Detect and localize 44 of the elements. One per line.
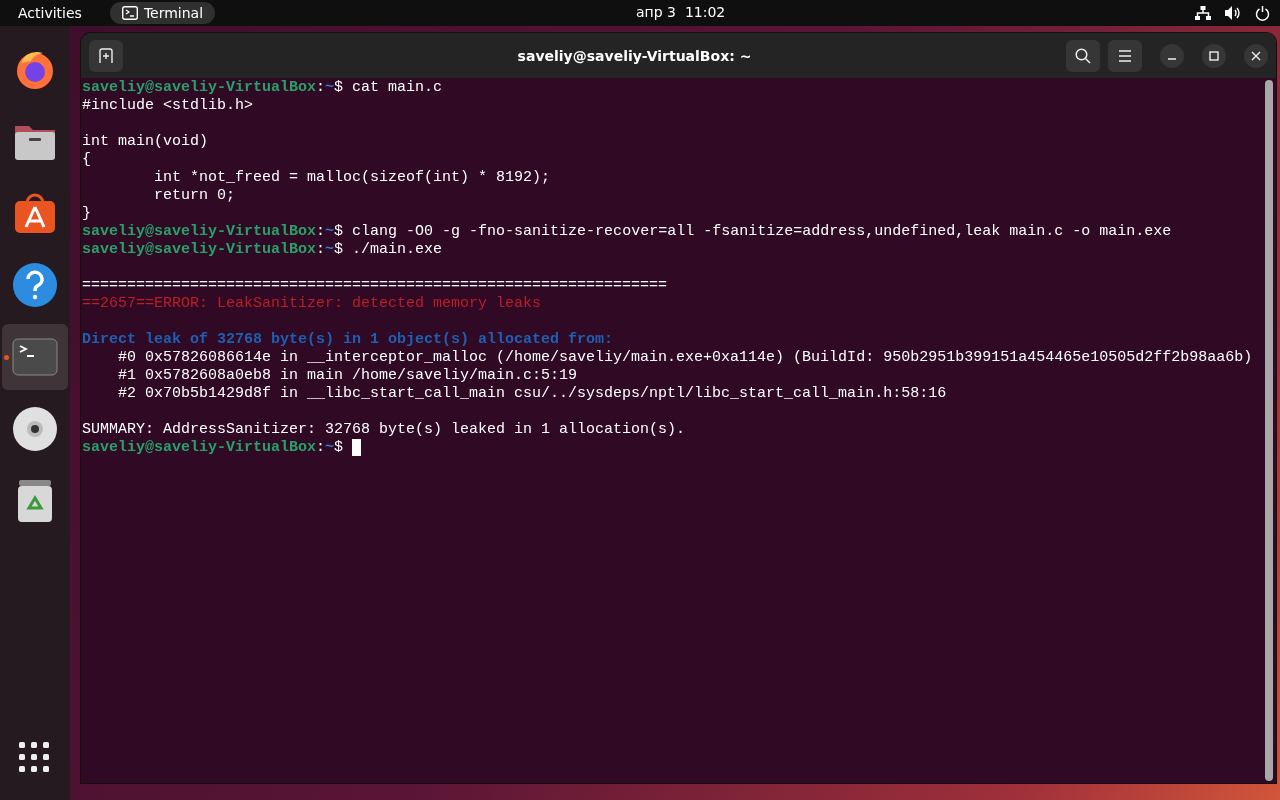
maximize-icon bbox=[1209, 50, 1219, 61]
terminal-line: Direct leak of 32768 byte(s) in 1 object(s) allocated from: bbox=[82, 331, 614, 348]
minimize-button[interactable] bbox=[1160, 43, 1184, 68]
terminal-icon bbox=[121, 6, 138, 20]
maximize-button[interactable] bbox=[1202, 43, 1226, 68]
close-button[interactable] bbox=[1244, 43, 1268, 68]
app-grid-icon[interactable] bbox=[19, 742, 51, 774]
terminal-line: SUMMARY: AddressSanitizer: 32768 byte(s) leaked in 1 allocation(s). bbox=[82, 421, 686, 438]
terminal-line: #1 0x5782608a0eb8 in main /home/saveliy/main.c:5:19 bbox=[117, 367, 578, 384]
activities-button[interactable]: Activities bbox=[18, 5, 82, 21]
menu-button[interactable] bbox=[1108, 39, 1142, 72]
terminal-line: saveliy@saveliy-VirtualBox:~$ ./main.exe bbox=[82, 241, 443, 258]
help-icon bbox=[12, 262, 58, 308]
search-icon bbox=[1075, 47, 1091, 64]
terminal-line: { bbox=[82, 151, 91, 168]
close-icon bbox=[1251, 50, 1261, 61]
terminal-line: saveliy@saveliy-VirtualBox:~$ cat main.c bbox=[82, 79, 443, 96]
shopping-bag-icon bbox=[12, 191, 58, 235]
app-menu-button[interactable]: Terminal bbox=[109, 2, 216, 24]
terminal-line: #2 0x70b5b1429d8f in __libc_start_call_main csu/../sysdeps/nptl/libc_start_call_main.h:58:16 bbox=[117, 385, 947, 402]
clock[interactable]: апр 3 11:02 bbox=[636, 4, 726, 20]
network-icon[interactable] bbox=[1195, 6, 1211, 20]
terminal-line: saveliy@saveliy-VirtualBox:~$ bbox=[82, 439, 345, 456]
terminal-icon bbox=[12, 338, 58, 376]
power-icon[interactable] bbox=[1255, 5, 1270, 21]
terminal-line: ================================================================= bbox=[82, 277, 668, 294]
minimize-icon bbox=[1168, 58, 1176, 60]
menu-icon bbox=[1118, 49, 1132, 62]
disc-icon bbox=[12, 406, 58, 452]
scrollbar[interactable] bbox=[1265, 80, 1273, 781]
new-tab-icon bbox=[98, 47, 114, 64]
terminal-line: saveliy@saveliy-VirtualBox:~$ clang -O0 -g -fno-sanitize-recover=all -fsanitize=address,undefined,leak main.c -o main.exe bbox=[82, 223, 1172, 240]
volume-icon[interactable] bbox=[1225, 6, 1241, 20]
terminal-line: ==2657==ERROR: LeakSanitizer: detected memory leaks bbox=[82, 295, 542, 312]
terminal-line: #0 0x57826086614e in __interceptor_malloc (/home/saveliy/main.exe+0xa114e) (BuildId: 950b2951b399151a454465e10505d2ff2b98aa6b) bbox=[117, 349, 1253, 366]
terminal-line: } bbox=[82, 205, 91, 222]
terminal-line: int *not_freed = malloc(sizeof(int) * 8192); bbox=[153, 169, 551, 186]
window-title: saveliy@saveliy-VirtualBox: ~ bbox=[516, 47, 753, 64]
terminal-line: return 0; bbox=[153, 187, 236, 204]
terminal-line: int main(void) bbox=[82, 133, 209, 150]
search-button[interactable] bbox=[1066, 39, 1100, 72]
trash-icon bbox=[16, 478, 54, 524]
terminal-line: #include <stdlib.h> bbox=[82, 97, 254, 114]
new-tab-button[interactable] bbox=[89, 39, 123, 72]
